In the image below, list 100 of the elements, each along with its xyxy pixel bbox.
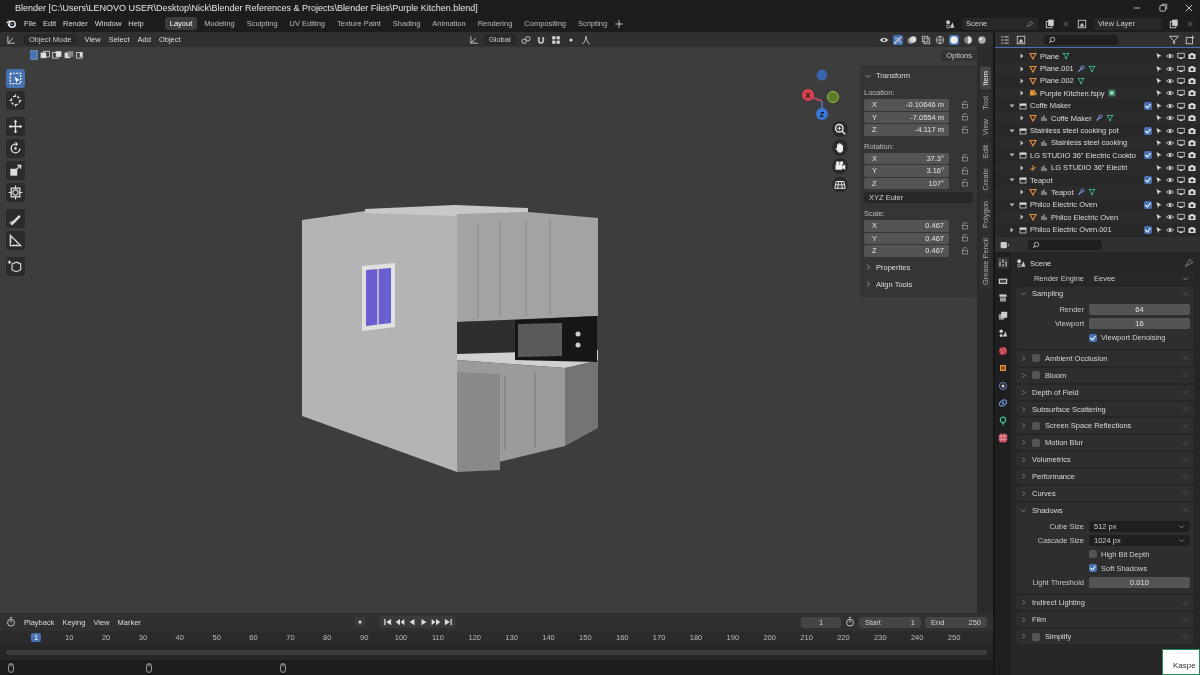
camera-icon[interactable]	[1188, 52, 1196, 61]
output-icon[interactable]	[997, 292, 1009, 304]
solid-shading-icon[interactable]	[949, 34, 959, 45]
eye-icon[interactable]	[1166, 64, 1174, 73]
checkbox[interactable]	[1032, 354, 1040, 363]
view-layer-selector-icon[interactable]	[1077, 18, 1087, 29]
mesh-data-icon[interactable]	[1076, 76, 1085, 85]
lock-icon[interactable]	[961, 125, 969, 134]
lock-icon[interactable]	[961, 100, 969, 109]
delete-view-layer-icon[interactable]	[1186, 19, 1194, 28]
monitor-icon[interactable]	[1177, 126, 1185, 135]
scene-selector-icon[interactable]	[945, 18, 955, 29]
checkbox[interactable]	[1144, 101, 1152, 110]
expand-arrow-icon[interactable]	[1018, 138, 1026, 147]
expand-arrow-icon[interactable]	[1018, 64, 1026, 73]
texture-icon[interactable]	[997, 432, 1009, 444]
expand-arrow-icon[interactable]	[1018, 76, 1026, 85]
new-view-layer-icon[interactable]	[1169, 18, 1179, 29]
view-layer-icon[interactable]	[997, 309, 1009, 322]
eye-icon[interactable]	[1166, 76, 1174, 85]
select-box-icon[interactable]	[5, 69, 25, 88]
previous-keyframe-icon[interactable]	[395, 617, 406, 627]
monitor-icon[interactable]	[1177, 213, 1185, 222]
close-icon[interactable]	[1184, 2, 1194, 13]
camera-icon[interactable]	[1188, 213, 1196, 222]
monitor-icon[interactable]	[1177, 151, 1185, 160]
notification[interactable]: Kaspe	[1162, 649, 1200, 675]
rendered-shading-icon[interactable]	[977, 34, 987, 45]
monitor-icon[interactable]	[1177, 200, 1185, 209]
expand-arrow-icon[interactable]	[1018, 89, 1026, 98]
camera-icon[interactable]	[1188, 151, 1196, 160]
camera-icon[interactable]	[1188, 114, 1196, 123]
camera-icon[interactable]	[1188, 176, 1196, 185]
scrollbar[interactable]	[6, 649, 987, 655]
pin-icon[interactable]	[1184, 258, 1194, 268]
eye-icon[interactable]	[1166, 213, 1174, 222]
object-icon[interactable]	[997, 362, 1009, 374]
scene-icon[interactable]	[997, 327, 1009, 339]
measure-icon[interactable]	[5, 231, 25, 250]
monitor-icon[interactable]	[1177, 52, 1185, 61]
extend-selection-icon[interactable]	[40, 50, 50, 60]
jump-start-icon[interactable]	[383, 617, 394, 627]
physics-icon[interactable]	[997, 379, 1009, 392]
checkbox[interactable]	[1089, 333, 1097, 342]
monitor-icon[interactable]	[1177, 114, 1185, 123]
editor-type-icon[interactable]	[6, 617, 16, 627]
camera-icon[interactable]	[1188, 101, 1196, 110]
hand-icon[interactable]	[832, 139, 848, 156]
mesh-data-icon[interactable]	[1105, 114, 1114, 123]
new-collection-icon[interactable]	[1185, 34, 1195, 45]
gizmos-icon[interactable]	[893, 34, 903, 45]
lock-icon[interactable]	[961, 221, 969, 230]
mesh-data-icon[interactable]	[1087, 64, 1096, 73]
filter-icon[interactable]	[1169, 34, 1179, 45]
add-cube-icon[interactable]	[5, 257, 25, 276]
camera-icon[interactable]	[1188, 188, 1196, 197]
checkbox[interactable]	[1144, 176, 1152, 185]
monitor-icon[interactable]	[1177, 188, 1185, 197]
search-field[interactable]	[1044, 34, 1118, 45]
expand-arrow-icon[interactable]	[1018, 188, 1026, 197]
eye-icon[interactable]	[1166, 163, 1174, 172]
eye-icon[interactable]	[1166, 151, 1174, 160]
camera-icon[interactable]	[1188, 163, 1196, 172]
expand-arrow-icon[interactable]	[1018, 163, 1026, 172]
lock-icon[interactable]	[961, 166, 969, 175]
eye-icon[interactable]	[1166, 200, 1174, 209]
jump-end-icon[interactable]	[443, 617, 454, 627]
search-field[interactable]	[1028, 239, 1102, 250]
lock-icon[interactable]	[961, 154, 969, 163]
checkbox[interactable]	[1144, 225, 1152, 234]
constraints-icon[interactable]	[997, 397, 1009, 409]
lock-icon[interactable]	[961, 179, 969, 188]
stopwatch-icon[interactable]	[845, 617, 855, 627]
checkbox[interactable]	[1144, 126, 1152, 135]
overlays-icon[interactable]	[907, 34, 917, 45]
display-mode-icon[interactable]	[1016, 34, 1026, 45]
wireframe-shading-icon[interactable]	[935, 34, 945, 45]
camera-icon[interactable]	[1188, 89, 1196, 98]
monitor-icon[interactable]	[1177, 138, 1185, 147]
wrench-icon[interactable]	[1094, 114, 1103, 123]
lock-icon[interactable]	[961, 234, 969, 243]
material-shading-icon[interactable]	[963, 34, 973, 45]
record-icon[interactable]	[355, 617, 366, 627]
camera-icon[interactable]	[1188, 76, 1196, 85]
checkbox[interactable]	[1089, 564, 1097, 573]
checkbox[interactable]	[1032, 632, 1040, 641]
camera-icon[interactable]	[1188, 225, 1196, 234]
editor-type-icon[interactable]	[1000, 34, 1010, 45]
camera-data-icon[interactable]	[1107, 89, 1116, 98]
scale-icon[interactable]	[5, 161, 25, 180]
new-scene-icon[interactable]	[1045, 18, 1055, 29]
snap-icon[interactable]	[535, 34, 546, 45]
tool-icon[interactable]	[997, 257, 1009, 269]
eye-icon[interactable]	[1166, 101, 1174, 110]
snap-grid-icon[interactable]	[550, 34, 561, 45]
eye-icon[interactable]	[1166, 176, 1174, 185]
invert-selection-icon[interactable]	[64, 50, 74, 60]
expand-arrow-icon[interactable]	[1008, 225, 1016, 234]
falloff-icon[interactable]	[580, 34, 591, 45]
annotate-icon[interactable]	[5, 209, 25, 228]
